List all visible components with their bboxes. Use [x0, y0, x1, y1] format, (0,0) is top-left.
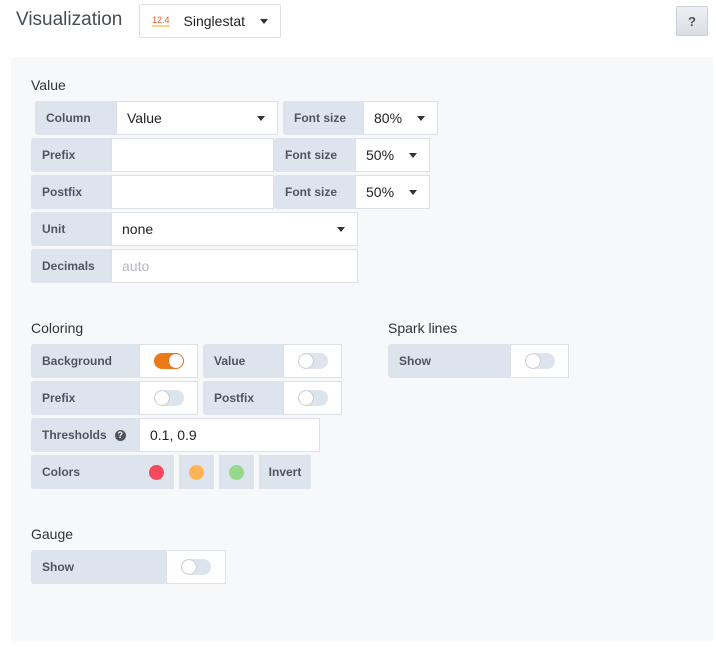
thresholds-label: Thresholds?: [31, 418, 139, 452]
font-size-label: Font size: [283, 101, 363, 135]
thresholds-input[interactable]: 0.1, 0.9: [139, 418, 320, 452]
color-dot-red: [149, 464, 164, 480]
coloring-section-title: Coloring: [31, 320, 84, 336]
font-size-value: 80%: [374, 110, 403, 126]
thresholds-label-text: Thresholds: [42, 428, 107, 442]
postfix-color-toggle[interactable]: [283, 381, 342, 415]
column-select[interactable]: Value: [116, 101, 278, 135]
unit-label: Unit: [31, 212, 111, 246]
visualization-name: Singlestat: [183, 13, 246, 29]
spark-lines-section-title: Spark lines: [388, 320, 458, 336]
color-swatch-2[interactable]: [179, 455, 214, 489]
chevron-down-icon: [257, 116, 265, 121]
prefix-color-toggle[interactable]: [139, 381, 198, 415]
toggle-switch-off[interactable]: [524, 353, 555, 369]
help-button[interactable]: ?: [676, 6, 708, 36]
gauge-show-toggle[interactable]: [166, 550, 226, 584]
postfix-color-label: Postfix: [203, 381, 283, 415]
prefix-font-size-label: Font size: [274, 138, 355, 172]
decimals-placeholder: auto: [122, 258, 150, 274]
chevron-down-icon: [337, 227, 345, 232]
background-toggle[interactable]: [139, 344, 198, 378]
color-dot-green: [229, 464, 244, 480]
postfix-font-size-value: 50%: [366, 184, 395, 200]
postfix-input[interactable]: [111, 175, 274, 209]
decimals-label: Decimals: [31, 249, 111, 283]
postfix-font-size-label: Font size: [274, 175, 355, 209]
column-value: Value: [127, 110, 162, 126]
singlestat-icon: 12.4: [152, 15, 170, 27]
spark-show-toggle[interactable]: [510, 344, 569, 378]
chevron-down-icon: [409, 190, 417, 195]
chevron-down-icon: [409, 153, 417, 158]
gauge-show-label: Show: [31, 550, 166, 584]
invert-button[interactable]: Invert: [259, 455, 311, 489]
prefix-font-size-select[interactable]: 50%: [355, 138, 430, 172]
prefix-font-size-value: 50%: [366, 147, 395, 163]
prefix-label: Prefix: [31, 138, 111, 172]
color-swatch-3[interactable]: [219, 455, 254, 489]
toggle-switch-off[interactable]: [297, 353, 328, 369]
column-label: Column: [35, 101, 116, 135]
color-swatch-1[interactable]: [139, 455, 174, 489]
page-title: Visualization: [16, 9, 123, 30]
chevron-down-icon: [417, 116, 425, 121]
visualization-select[interactable]: 12.4 Singlestat: [139, 4, 281, 38]
decimals-input[interactable]: auto: [111, 249, 358, 283]
font-size-select[interactable]: 80%: [363, 101, 438, 135]
prefix-color-label: Prefix: [31, 381, 139, 415]
gauge-section-title: Gauge: [31, 526, 74, 542]
value-color-toggle[interactable]: [283, 344, 342, 378]
question-circle-icon[interactable]: ?: [114, 429, 126, 441]
chevron-down-icon: [260, 19, 268, 24]
value-color-label: Value: [203, 344, 283, 378]
colors-label: Colors: [31, 455, 139, 489]
postfix-label: Postfix: [31, 175, 111, 209]
postfix-font-size-select[interactable]: 50%: [355, 175, 430, 209]
background-label: Background: [31, 344, 139, 378]
toggle-switch-on[interactable]: [153, 353, 184, 369]
unit-value: none: [122, 221, 154, 237]
toggle-switch-off[interactable]: [181, 559, 211, 575]
unit-select[interactable]: none: [111, 212, 358, 246]
color-dot-orange: [189, 464, 204, 480]
toggle-switch-off[interactable]: [153, 390, 184, 406]
prefix-input[interactable]: [111, 138, 274, 172]
spark-show-label: Show: [388, 344, 510, 378]
value-section-title: Value: [31, 77, 66, 93]
toggle-switch-off[interactable]: [297, 390, 328, 406]
